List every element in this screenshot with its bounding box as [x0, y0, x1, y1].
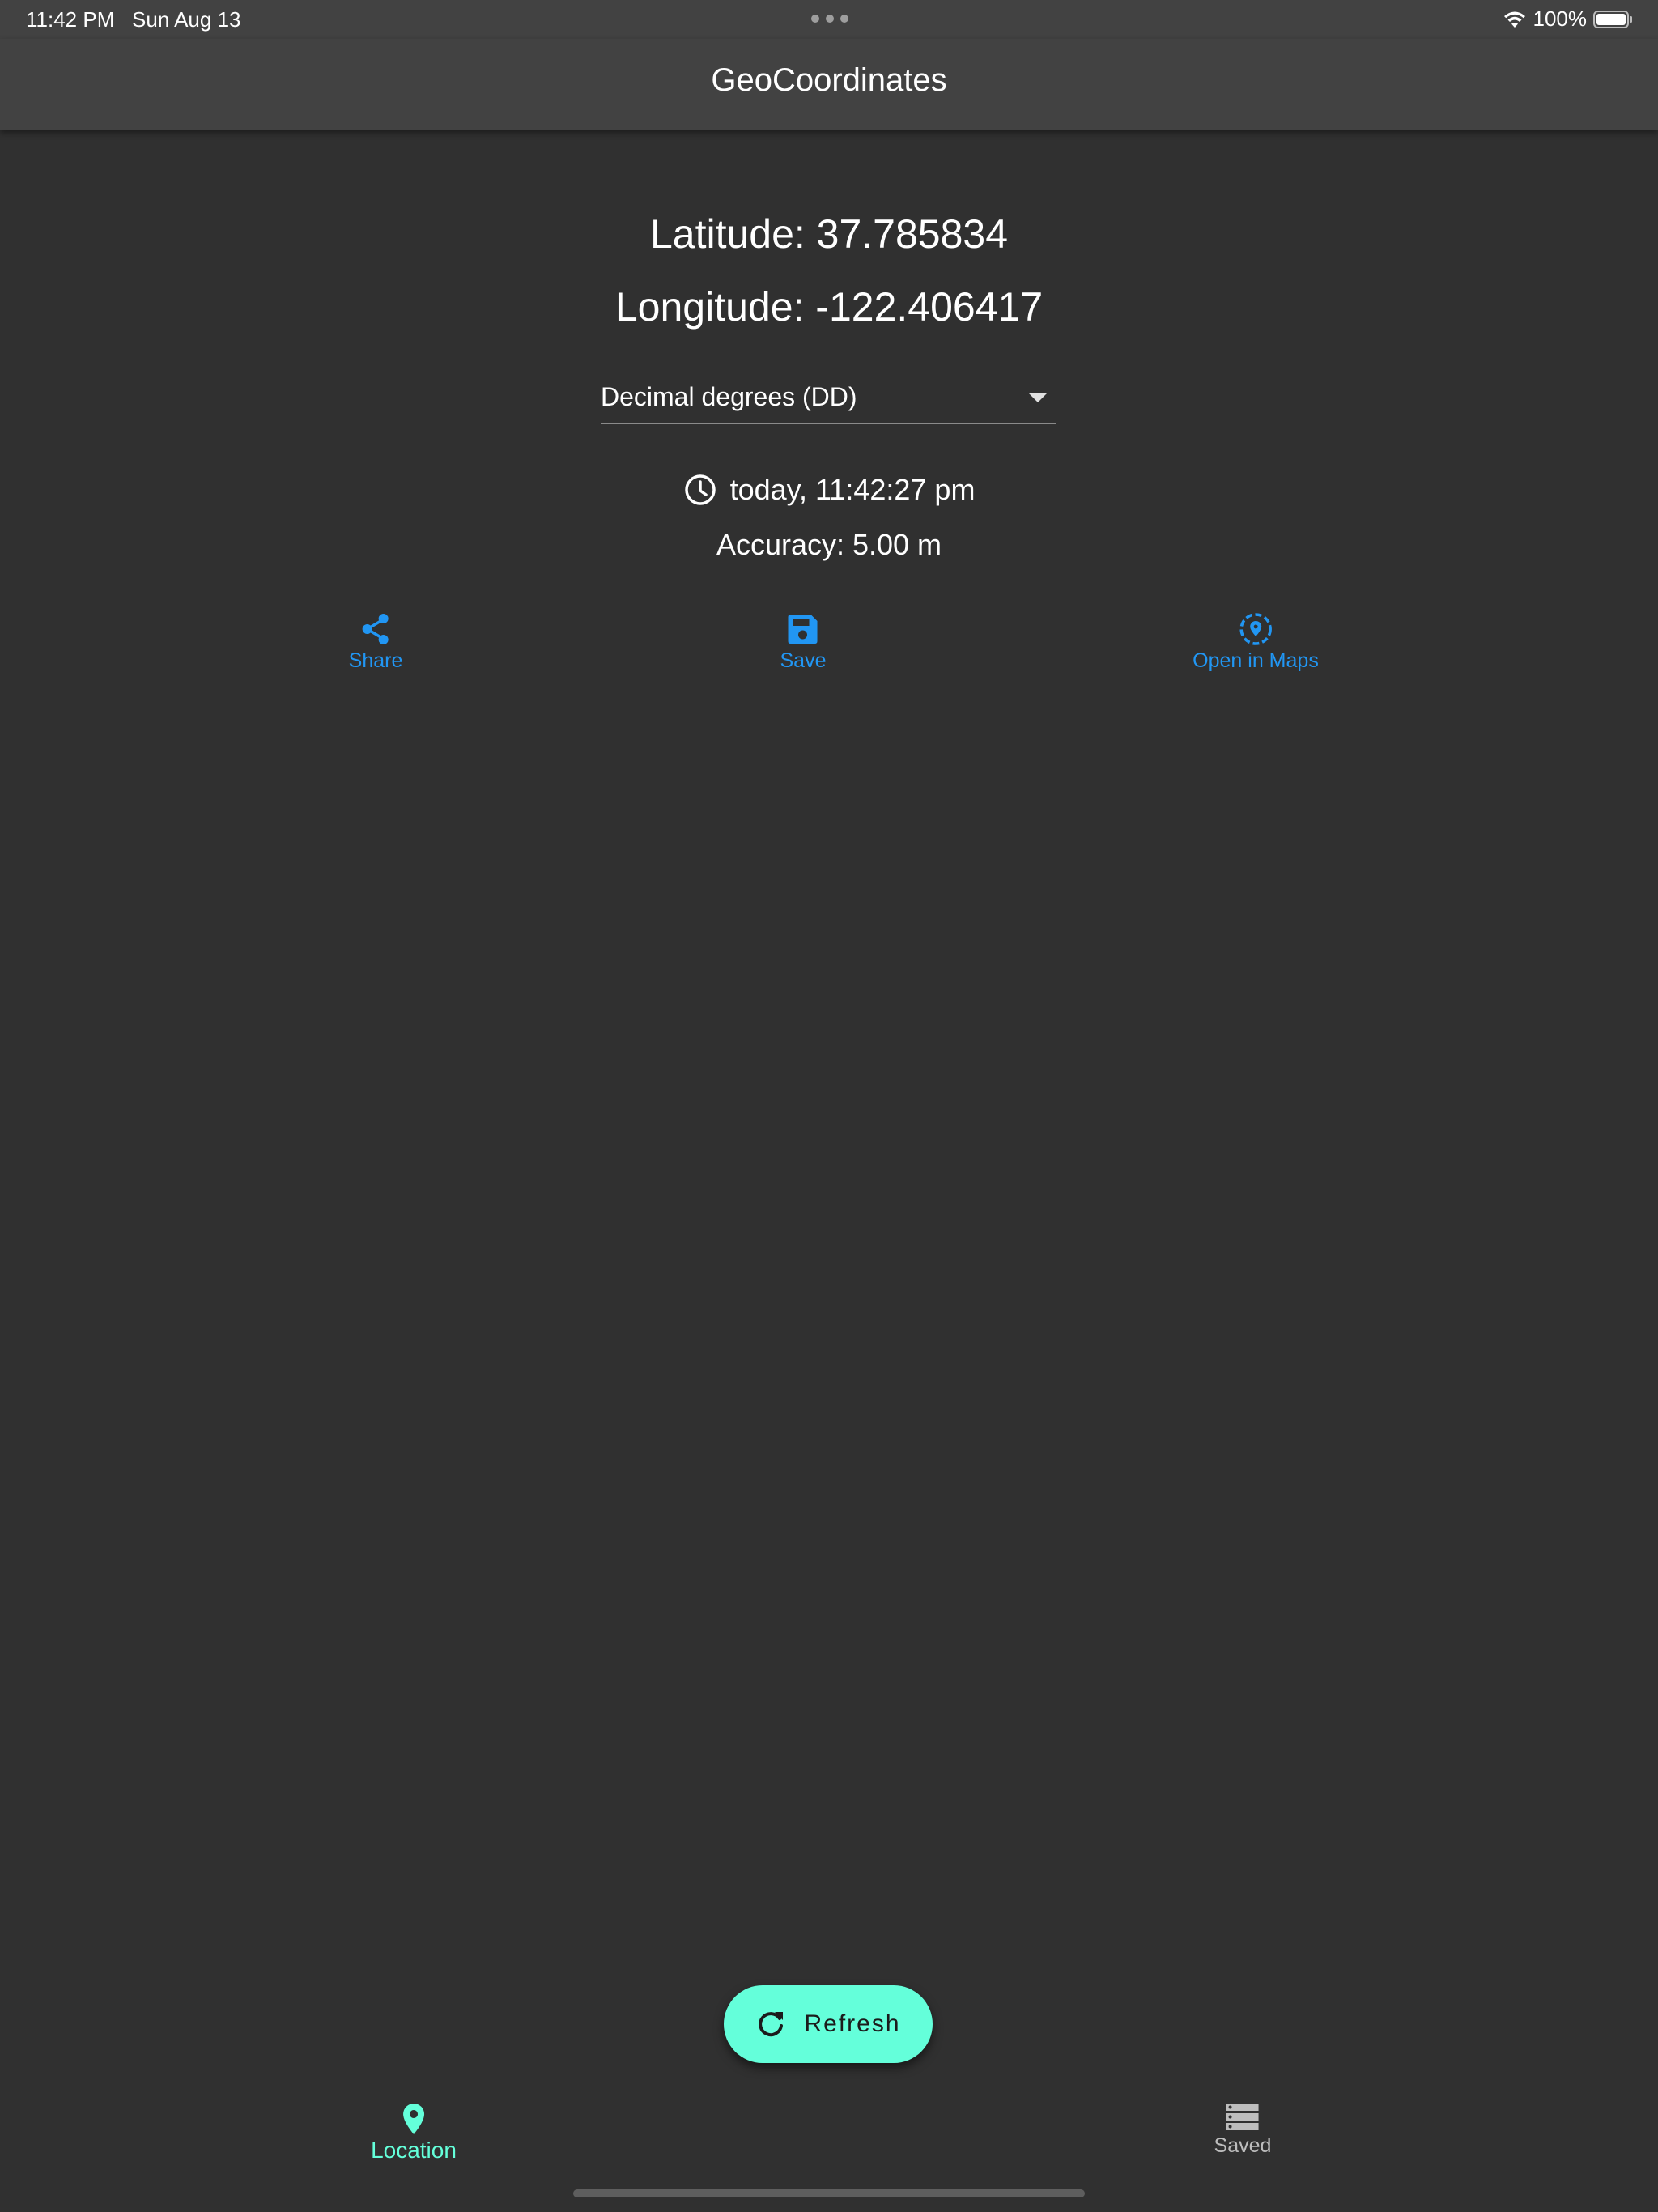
refresh-icon — [759, 2012, 784, 2037]
accuracy-text: Accuracy: 5.00 m — [716, 528, 942, 561]
status-indicators: 100% — [1503, 6, 1635, 32]
app-bar: GeoCoordinates — [0, 39, 1658, 130]
status-date: Sun Aug 13 — [132, 7, 241, 32]
format-selected-value: Decimal degrees (DD) — [601, 382, 857, 411]
app-title: GeoCoordinates — [711, 62, 947, 98]
battery-percent: 100% — [1533, 6, 1588, 31]
share-icon — [363, 614, 389, 644]
wifi-icon — [1503, 11, 1525, 28]
save-icon — [788, 615, 818, 644]
nav-location-tab[interactable]: Location — [371, 2102, 457, 2163]
longitude-text: Longitude: -122.406417 — [614, 284, 1044, 330]
share-label: Share — [348, 649, 403, 672]
refresh-label: Refresh — [804, 2010, 901, 2037]
home-indicator[interactable] — [573, 2189, 1085, 2197]
status-clock: 11:42 PM — [26, 7, 115, 32]
coordinate-format-dropdown[interactable]: Decimal degrees (DD) — [601, 376, 1056, 424]
share-button[interactable]: Share — [348, 612, 403, 673]
nav-location-label: Location — [371, 2138, 457, 2163]
status-bar: 11:42 PM Sun Aug 13 100% — [0, 0, 1658, 39]
latitude-text: Latitude: 37.785834 — [649, 211, 1009, 257]
saved-list-icon — [1226, 2104, 1259, 2130]
nav-saved-label: Saved — [1214, 2134, 1272, 2157]
timestamp-row: today, 11:42:27 pm — [0, 473, 1658, 507]
refresh-button[interactable]: Refresh — [724, 1985, 933, 2063]
map-pin-circle-icon — [1239, 613, 1272, 645]
open-in-maps-button[interactable]: Open in Maps — [1192, 612, 1319, 673]
save-button[interactable]: Save — [780, 612, 827, 673]
timestamp-text: today, 11:42:27 pm — [729, 473, 976, 506]
location-pin-icon — [403, 2104, 424, 2134]
open-in-maps-label: Open in Maps — [1192, 649, 1319, 672]
nav-saved-tab[interactable]: Saved — [1214, 2102, 1272, 2158]
multitasking-dots-icon[interactable] — [811, 15, 848, 23]
status-time: 11:42 PM Sun Aug 13 — [26, 7, 241, 32]
chevron-down-icon — [1029, 393, 1047, 402]
save-label: Save — [780, 649, 827, 672]
battery-icon — [1593, 10, 1632, 28]
clock-icon — [684, 474, 716, 505]
